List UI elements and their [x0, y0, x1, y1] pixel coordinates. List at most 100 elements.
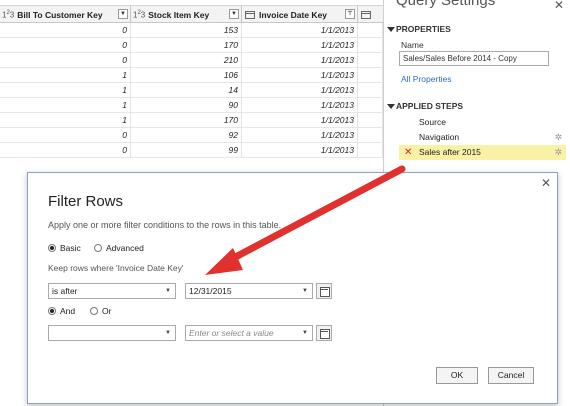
column-header-next[interactable]	[358, 6, 383, 23]
table-cell[interactable]: 0	[0, 128, 131, 143]
table-cell[interactable]	[358, 98, 383, 113]
table-cell[interactable]: 1/1/2013	[242, 38, 358, 53]
or-label: Or	[102, 306, 112, 316]
table-row[interactable]: 0 210 1/1/2013	[0, 53, 383, 68]
table-cell[interactable]	[358, 23, 383, 38]
gear-icon[interactable]: ✲	[554, 130, 562, 145]
table-row[interactable]: 1 106 1/1/2013	[0, 68, 383, 83]
table-cell[interactable]: 1/1/2013	[242, 68, 358, 83]
all-properties-link[interactable]: All Properties	[401, 74, 452, 84]
chevron-down-icon[interactable]: ▼	[302, 326, 308, 340]
column-header-stock-item-key[interactable]: 123 Stock Item Key ▼	[131, 6, 242, 23]
step-navigation[interactable]: Navigation ✲	[399, 130, 566, 145]
chevron-down-icon[interactable]: ▼	[165, 284, 171, 298]
calendar-icon[interactable]	[316, 325, 332, 341]
and-radio[interactable]: And	[48, 306, 75, 316]
column-filter-active-icon[interactable]: ⊤	[345, 9, 355, 19]
radio-selected-icon[interactable]	[48, 244, 56, 252]
table-cell[interactable]: 170	[131, 113, 242, 128]
step-label: Source	[419, 117, 446, 127]
table-row[interactable]: 0 170 1/1/2013	[0, 38, 383, 53]
close-icon[interactable]: ✕	[541, 176, 551, 190]
and-label: And	[60, 306, 76, 316]
table-cell[interactable]: 0	[0, 38, 131, 53]
table-row[interactable]: 1 14 1/1/2013	[0, 83, 383, 98]
radio-empty-icon[interactable]	[94, 244, 102, 252]
calendar-icon[interactable]	[316, 283, 332, 299]
close-icon[interactable]: ✕	[554, 0, 564, 12]
chevron-down-icon[interactable]: ▼	[302, 284, 308, 298]
radio-empty-icon[interactable]	[90, 307, 98, 315]
column-header-bill-to-customer-key[interactable]: 123 Bill To Customer Key ▼	[0, 6, 131, 23]
advanced-label: Advanced	[106, 243, 144, 253]
date-type-icon[interactable]	[245, 10, 255, 19]
table-cell[interactable]: 1/1/2013	[242, 113, 358, 128]
ok-button[interactable]: OK	[436, 367, 478, 384]
table-cell[interactable]	[358, 83, 383, 98]
column-filter-dropdown-icon[interactable]: ▼	[229, 9, 239, 19]
table-row[interactable]: 0 92 1/1/2013	[0, 128, 383, 143]
table-cell[interactable]: 14	[131, 83, 242, 98]
whole-number-type-icon[interactable]: 123	[133, 10, 145, 20]
table-cell[interactable]: 1/1/2013	[242, 53, 358, 68]
whole-number-type-icon[interactable]: 123	[2, 10, 14, 20]
value-2-input[interactable]: Enter or select a value ▼	[185, 325, 313, 341]
basic-label: Basic	[60, 243, 81, 253]
value-1-input[interactable]: 12/31/2015 ▼	[185, 283, 313, 299]
table-cell[interactable]: 1/1/2013	[242, 23, 358, 38]
table-cell[interactable]: 0	[0, 23, 131, 38]
table-cell[interactable]: 0	[0, 53, 131, 68]
table-cell[interactable]: 90	[131, 98, 242, 113]
operator-1-value: is after	[52, 286, 78, 296]
table-cell[interactable]: 0	[0, 143, 131, 158]
date-type-icon[interactable]	[361, 10, 371, 19]
table-cell[interactable]	[358, 128, 383, 143]
table-row[interactable]: 0 99 1/1/2013	[0, 143, 383, 158]
table-cell[interactable]	[358, 143, 383, 158]
table-cell[interactable]: 1/1/2013	[242, 83, 358, 98]
column-filter-dropdown-icon[interactable]: ▼	[118, 9, 128, 19]
table-row[interactable]: 1 90 1/1/2013	[0, 98, 383, 113]
query-name-input[interactable]: Sales/Sales Before 2014 - Copy	[399, 51, 549, 66]
dialog-title: Filter Rows	[48, 193, 124, 210]
or-radio[interactable]: Or	[90, 306, 111, 316]
cancel-button[interactable]: Cancel	[488, 367, 534, 384]
basic-radio[interactable]: Basic	[48, 243, 81, 253]
column-header-invoice-date-key[interactable]: Invoice Date Key ⊤	[242, 6, 358, 23]
table-cell[interactable]: 210	[131, 53, 242, 68]
table-cell[interactable]: 106	[131, 68, 242, 83]
table-cell[interactable]: 1	[0, 68, 131, 83]
table-cell[interactable]	[358, 113, 383, 128]
advanced-radio[interactable]: Advanced	[94, 243, 144, 253]
step-sales-after-2015[interactable]: ✕ Sales after 2015 ✲	[399, 145, 566, 160]
gear-icon[interactable]: ✲	[554, 145, 562, 160]
table-cell[interactable]	[358, 38, 383, 53]
table-cell[interactable]: 1	[0, 113, 131, 128]
table-cell[interactable]: 170	[131, 38, 242, 53]
operator-2-select[interactable]: ▼	[48, 325, 176, 341]
step-label: Sales after 2015	[419, 147, 481, 157]
table-cell[interactable]: 99	[131, 143, 242, 158]
table-row[interactable]: 1 170 1/1/2013	[0, 113, 383, 128]
table-cell[interactable]: 1/1/2013	[242, 98, 358, 113]
collapse-triangle-icon[interactable]	[387, 27, 395, 32]
table-cell[interactable]: 1	[0, 98, 131, 113]
grid-header: 123 Bill To Customer Key ▼ 123 Stock Ite…	[0, 5, 383, 23]
table-cell[interactable]: 153	[131, 23, 242, 38]
filter-rows-dialog: ✕ Filter Rows Apply one or more filter c…	[27, 172, 558, 404]
table-cell[interactable]	[358, 53, 383, 68]
radio-selected-icon[interactable]	[48, 307, 56, 315]
delete-step-icon[interactable]: ✕	[404, 145, 412, 160]
collapse-triangle-icon[interactable]	[387, 104, 395, 109]
table-row[interactable]: 0 153 1/1/2013	[0, 23, 383, 38]
chevron-down-icon[interactable]: ▼	[165, 326, 171, 340]
table-cell[interactable]: 1/1/2013	[242, 128, 358, 143]
table-cell[interactable]: 92	[131, 128, 242, 143]
operator-1-select[interactable]: is after ▼	[48, 283, 176, 299]
table-cell[interactable]: 1/1/2013	[242, 143, 358, 158]
table-cell[interactable]	[358, 68, 383, 83]
column-header-label: Invoice Date Key	[259, 9, 328, 20]
step-source[interactable]: Source	[399, 115, 566, 130]
dialog-description: Apply one or more filter conditions to t…	[48, 220, 282, 230]
table-cell[interactable]: 1	[0, 83, 131, 98]
